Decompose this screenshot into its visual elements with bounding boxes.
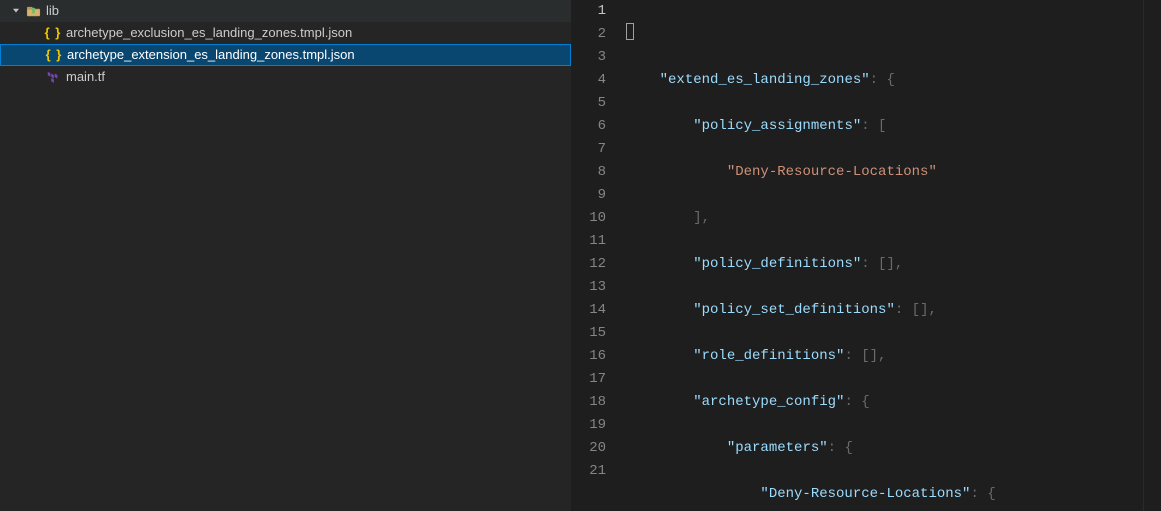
line-number: 5 [572,92,606,115]
folder-icon [24,4,42,19]
code-line: "policy_assignments": [ [626,115,1143,138]
code-line: "parameters": { [626,437,1143,460]
line-number: 6 [572,115,606,138]
code-line: "role_definitions": [], [626,345,1143,368]
line-number: 13 [572,276,606,299]
code-editor[interactable]: 1 2 3 4 5 6 7 8 9 10 11 12 13 14 15 16 1… [572,0,1161,511]
code-line: "Deny-Resource-Locations" [626,161,1143,184]
file-archetype-exclusion[interactable]: { } archetype_exclusion_es_landing_zones… [0,22,571,44]
code-line: ], [626,207,1143,230]
code-line: "archetype_config": { [626,391,1143,414]
line-number: 16 [572,345,606,368]
json-icon: { } [44,22,62,44]
line-number: 11 [572,230,606,253]
line-number: 12 [572,253,606,276]
file-tree: lib { } archetype_exclusion_es_landing_z… [0,0,571,88]
cursor [626,23,634,40]
file-label: main.tf [66,66,105,88]
line-number: 19 [572,414,606,437]
line-number: 18 [572,391,606,414]
json-icon: { } [45,45,63,65]
app-root: lib { } archetype_exclusion_es_landing_z… [0,0,1161,511]
code-line: "Deny-Resource-Locations": { [626,483,1143,506]
terraform-icon [44,70,62,84]
chevron-down-icon [8,5,24,17]
code-line: "policy_definitions": [], [626,253,1143,276]
line-number: 3 [572,46,606,69]
line-number: 8 [572,161,606,184]
line-number: 20 [572,437,606,460]
minimap[interactable] [1143,0,1161,511]
line-number: 2 [572,23,606,46]
folder-lib[interactable]: lib [0,0,571,22]
code-line: "policy_set_definitions": [], [626,299,1143,322]
file-label: archetype_extension_es_landing_zones.tmp… [67,45,355,65]
line-number: 15 [572,322,606,345]
line-number: 10 [572,207,606,230]
file-main-tf[interactable]: main.tf [0,66,571,88]
line-number: 17 [572,368,606,391]
line-number: 14 [572,299,606,322]
folder-label: lib [46,0,59,22]
line-number: 4 [572,69,606,92]
file-archetype-extension[interactable]: { } archetype_extension_es_landing_zones… [0,44,571,66]
explorer-sidebar: lib { } archetype_exclusion_es_landing_z… [0,0,572,511]
line-number: 9 [572,184,606,207]
line-gutter: 1 2 3 4 5 6 7 8 9 10 11 12 13 14 15 16 1… [572,0,620,511]
code-line [626,23,1143,46]
line-number: 7 [572,138,606,161]
file-label: archetype_exclusion_es_landing_zones.tmp… [66,22,352,44]
line-number: 1 [572,0,606,23]
code-content[interactable]: "extend_es_landing_zones": { "policy_ass… [620,0,1143,511]
code-line: "extend_es_landing_zones": { [626,69,1143,92]
line-number: 21 [572,460,606,483]
